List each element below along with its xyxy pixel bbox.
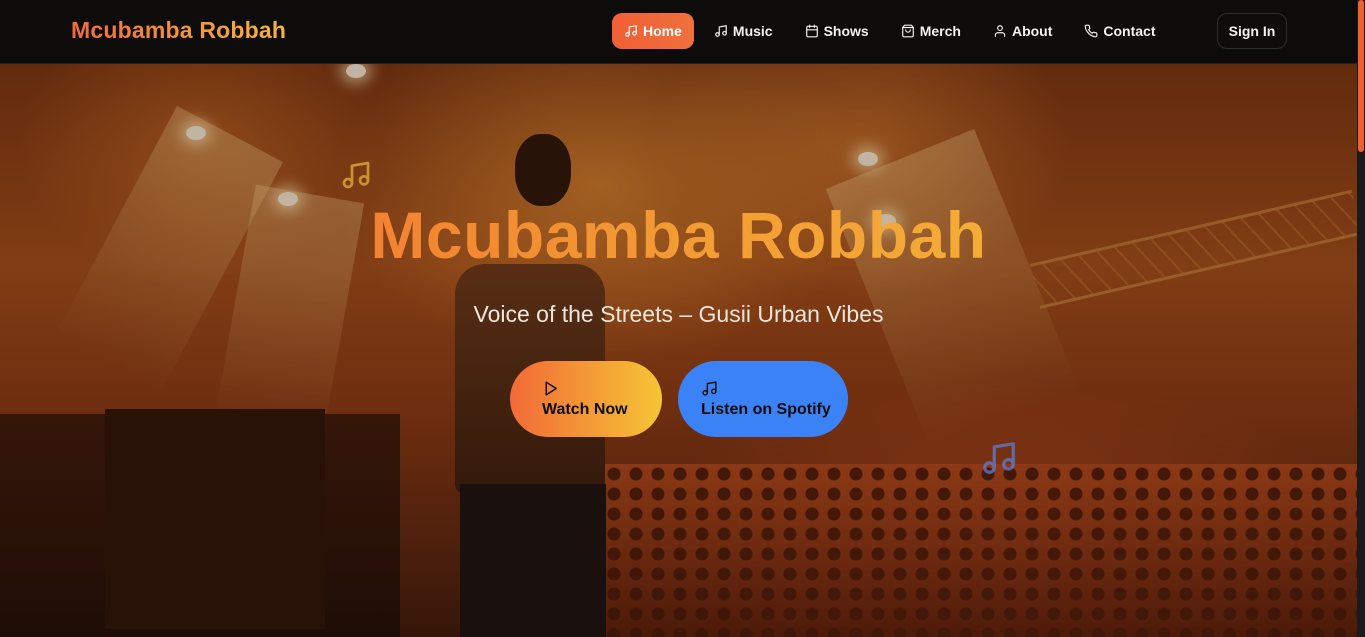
main-nav: Home Music Shows Merch About Contact	[612, 13, 1176, 49]
sign-in-button[interactable]: Sign In	[1217, 13, 1287, 49]
hero-subtitle: Voice of the Streets – Gusii Urban Vibes	[473, 301, 884, 327]
nav-merch[interactable]: Merch	[889, 13, 973, 49]
watch-now-label: Watch Now	[542, 400, 628, 418]
calendar-icon	[805, 24, 818, 38]
nav-music[interactable]: Music	[702, 13, 785, 49]
hero-overlay	[0, 64, 1357, 637]
music-note-icon	[625, 25, 637, 37]
listen-spotify-button[interactable]: Listen on Spotify	[678, 361, 848, 437]
music-note-icon	[715, 25, 727, 37]
play-icon	[545, 380, 557, 396]
shopping-bag-icon	[901, 24, 914, 38]
nav-merch-label: Merch	[919, 23, 961, 39]
nav-about-label: About	[1011, 23, 1053, 39]
scrollbar-thumb[interactable]	[1358, 0, 1364, 152]
nav-music-label: Music	[732, 23, 773, 39]
music-note-icon	[340, 159, 372, 191]
nav-home[interactable]: Home	[612, 13, 694, 49]
hero-title-text: Mcubamba Robbah	[370, 198, 987, 272]
nav-contact[interactable]: Contact	[1072, 13, 1167, 49]
hero-section: Mcubamba Robbah Voice of the Streets – G…	[0, 64, 1357, 637]
nav-about[interactable]: About	[981, 13, 1064, 49]
listen-spotify-label: Listen on Spotify	[701, 400, 831, 418]
music-note-icon	[702, 380, 717, 396]
phone-icon	[1085, 24, 1098, 38]
watch-now-button[interactable]: Watch Now	[510, 361, 662, 437]
nav-shows[interactable]: Shows	[793, 13, 881, 49]
music-note-icon	[980, 439, 1018, 477]
nav-shows-label: Shows	[823, 23, 869, 39]
nav-contact-label: Contact	[1103, 23, 1156, 39]
brand-logo[interactable]: Mcubamba Robbah	[71, 17, 286, 44]
site-header: Mcubamba Robbah Home Music Shows Merch A…	[0, 0, 1357, 64]
nav-home-label: Home	[643, 23, 682, 39]
user-icon	[994, 25, 1006, 37]
hero-title: Mcubamba Robbah	[0, 197, 1357, 273]
page-scrollbar[interactable]	[1357, 0, 1365, 637]
